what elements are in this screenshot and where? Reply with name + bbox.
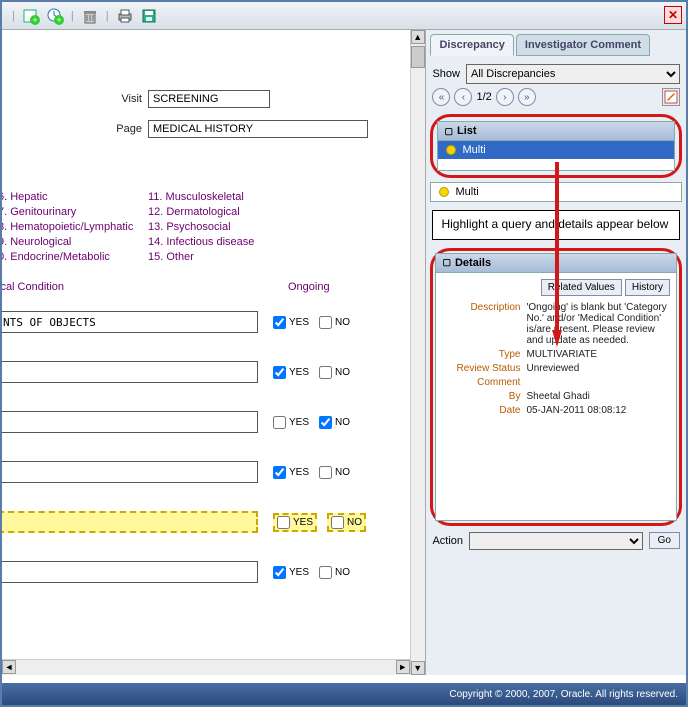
yes-checkbox[interactable]: YES (273, 566, 309, 579)
detail-value: 05-JAN-2011 08:08:12 (526, 405, 670, 416)
no-checkbox[interactable]: NO (327, 513, 366, 532)
action-label: Action (432, 535, 463, 547)
no-checkbox[interactable]: NO (319, 566, 350, 579)
page-label: Page (2, 123, 142, 135)
yes-checkbox[interactable]: YES (273, 316, 309, 329)
no-checkbox[interactable]: NO (319, 366, 350, 379)
details-panel-header[interactable]: ▢ Details (435, 253, 677, 273)
detail-value: MULTIVARIATE (526, 349, 670, 360)
list-item[interactable]: Multi (438, 141, 674, 159)
condition-input[interactable] (2, 511, 258, 533)
annotation-callout: Highlight a query and details appear bel… (432, 210, 680, 240)
detail-value: 'Ongoing' is blank but 'Category No.' an… (526, 302, 670, 346)
category-item: 7. Genitourinary (2, 206, 148, 218)
history-button[interactable]: History (625, 279, 670, 296)
no-checkbox[interactable]: NO (319, 316, 350, 329)
toolbar-separator: | (106, 10, 109, 22)
nav-page-indicator: 1/2 (476, 91, 491, 103)
condition-input[interactable] (2, 411, 258, 433)
related-values-button[interactable]: Related Values (541, 279, 622, 296)
category-list: 6. Hepatic 7. Genitourinary 8. Hematopoi… (2, 188, 410, 266)
list-panel-header[interactable]: ▢ List (437, 121, 675, 141)
category-item: 11. Musculoskeletal (148, 191, 298, 203)
yes-checkbox[interactable]: YES (273, 366, 309, 379)
detail-label: Review Status (442, 363, 520, 374)
category-item: 15. Other (148, 251, 298, 263)
save-icon[interactable] (139, 6, 159, 26)
nav-last-button[interactable]: » (518, 88, 536, 106)
condition-row: YES NO (2, 351, 410, 393)
visit-field[interactable] (148, 90, 270, 108)
detail-value: Unreviewed (526, 363, 670, 374)
condition-row: YES NO (2, 301, 410, 343)
list-highlight-box: ▢ List Multi (430, 114, 682, 178)
no-checkbox[interactable]: NO (319, 466, 350, 479)
page-field[interactable] (148, 120, 368, 138)
nav-first-button[interactable]: « (432, 88, 450, 106)
category-item: 6. Hepatic (2, 191, 148, 203)
edit-icon[interactable] (662, 88, 680, 106)
go-button[interactable]: Go (649, 532, 680, 549)
tab-investigator[interactable]: Investigator Comment (516, 34, 650, 56)
condition-row: YES NO (2, 551, 410, 593)
vertical-scrollbar-left[interactable]: ▲ ▼ (410, 30, 426, 675)
condition-input[interactable] (2, 311, 258, 333)
show-label: Show (432, 68, 460, 80)
add-time-icon[interactable]: + (45, 6, 65, 26)
column-header: Ongoing (288, 281, 330, 293)
category-item: 9. Neurological (2, 236, 148, 248)
category-item: 14. Infectious disease (148, 236, 298, 248)
form-pane: Visit Page 6. Hepatic 7. Genitourinary 8… (2, 30, 410, 675)
footer: Copyright © 2000, 2007, Oracle. All righ… (2, 683, 686, 705)
delete-icon[interactable] (80, 6, 100, 26)
category-item: 8. Hematopoietic/Lymphatic (2, 221, 148, 233)
yes-checkbox[interactable]: YES (273, 513, 317, 532)
detail-label: Date (442, 405, 520, 416)
copyright-text: Copyright © 2000, 2007, Oracle. All righ… (449, 689, 678, 700)
horizontal-scrollbar[interactable]: ◄ ► (2, 659, 410, 675)
svg-text:+: + (32, 15, 37, 25)
action-select[interactable] (469, 532, 643, 550)
add-record-icon[interactable]: + (21, 6, 41, 26)
category-item: 0. Endocrine/Metabolic (2, 251, 148, 263)
condition-row: YES NO (2, 451, 410, 493)
condition-header: ical Condition Ongoing (2, 281, 410, 293)
detail-value (526, 377, 670, 388)
column-header: ical Condition (2, 281, 288, 293)
condition-input[interactable] (2, 561, 258, 583)
condition-row: YES NO (2, 401, 410, 443)
print-icon[interactable] (115, 6, 135, 26)
svg-text:+: + (56, 15, 61, 25)
status-dot-icon (446, 145, 456, 155)
discrepancy-panel: Discrepancy Investigator Comment Show Al… (425, 30, 686, 675)
nav-prev-button[interactable]: ‹ (454, 88, 472, 106)
toolbar-separator: | (71, 10, 74, 22)
detail-label: Description (442, 302, 520, 346)
yes-checkbox[interactable]: YES (273, 466, 309, 479)
category-item: 12. Dermatological (148, 206, 298, 218)
no-checkbox[interactable]: NO (319, 416, 350, 429)
condition-input[interactable] (2, 461, 258, 483)
yes-checkbox[interactable]: YES (273, 416, 309, 429)
detail-label: By (442, 391, 520, 402)
details-highlight-box: ▢ Details Related Values History Descrip… (430, 248, 682, 526)
collapse-icon[interactable]: ▢ (444, 126, 453, 137)
detail-value: Sheetal Ghadi (526, 391, 670, 402)
list-item[interactable]: Multi (431, 183, 681, 201)
show-select[interactable]: All Discrepancies (466, 64, 680, 84)
category-item: 13. Psychosocial (148, 221, 298, 233)
toolbar-separator: | (12, 10, 15, 22)
toolbar: | + + | | ✕ (2, 2, 686, 30)
visit-label: Visit (2, 93, 142, 105)
close-button[interactable]: ✕ (664, 6, 682, 24)
detail-label: Type (442, 349, 520, 360)
detail-label: Comment (442, 377, 520, 388)
status-dot-icon (439, 187, 449, 197)
collapse-icon[interactable]: ▢ (442, 257, 451, 268)
condition-row: YES NO (2, 501, 410, 543)
tab-discrepancy[interactable]: Discrepancy (430, 34, 513, 56)
condition-input[interactable] (2, 361, 258, 383)
nav-next-button[interactable]: › (496, 88, 514, 106)
